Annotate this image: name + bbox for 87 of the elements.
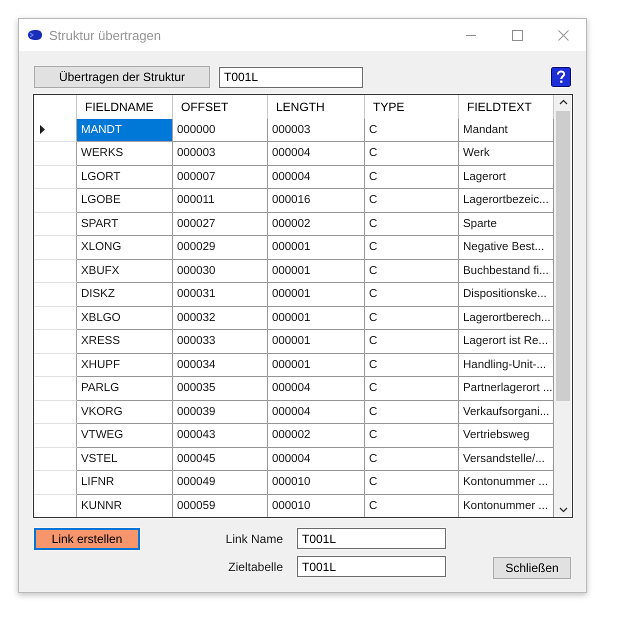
table-cell: C bbox=[365, 212, 459, 236]
table-cell: 000030 bbox=[173, 260, 268, 283]
table-cell: C bbox=[365, 306, 459, 330]
table-cell: 000010 bbox=[268, 494, 365, 517]
transfer-structure-button[interactable]: Übertragen der Struktur bbox=[34, 66, 210, 88]
table-cell: LGORT bbox=[77, 166, 173, 189]
scroll-down-icon[interactable] bbox=[558, 507, 568, 513]
table-cell: KUNNR bbox=[77, 494, 173, 517]
target-table-field[interactable]: T001L bbox=[297, 556, 446, 577]
table-cell: 000027 bbox=[173, 212, 268, 236]
table-cell: C bbox=[365, 283, 459, 306]
table-cell: C bbox=[365, 260, 459, 283]
table-cell: C bbox=[365, 448, 459, 471]
table-cell: 000002 bbox=[268, 424, 365, 448]
table-cell: 000001 bbox=[268, 330, 365, 354]
table-cell: 000010 bbox=[268, 471, 365, 494]
table-cell: 000001 bbox=[268, 306, 365, 330]
table-cell: VKORG bbox=[77, 400, 173, 424]
table-cell: C bbox=[365, 354, 459, 377]
scroll-up-icon[interactable] bbox=[558, 99, 568, 105]
table-cell: 000043 bbox=[173, 424, 268, 448]
table-cell: VTWEG bbox=[77, 424, 173, 448]
table-cell: 000033 bbox=[173, 330, 268, 354]
table-cell: 000001 bbox=[268, 260, 365, 283]
create-link-button[interactable]: Link erstellen bbox=[34, 528, 140, 550]
table-cell: 000049 bbox=[173, 471, 268, 494]
table-cell: XLONG bbox=[77, 236, 173, 260]
app-icon bbox=[27, 29, 43, 41]
table-cell: WERKS bbox=[77, 142, 173, 166]
table-cell: 000039 bbox=[173, 400, 268, 424]
table-cell: C bbox=[365, 400, 459, 424]
table-cell: 000004 bbox=[268, 448, 365, 471]
table-cell: PARLG bbox=[77, 377, 173, 400]
table-cell: 000029 bbox=[173, 236, 268, 260]
table-cell: 000001 bbox=[268, 354, 365, 377]
row-header[interactable] bbox=[34, 118, 77, 142]
table-cell: 000004 bbox=[268, 142, 365, 166]
table-cell: C bbox=[365, 118, 459, 142]
help-icon[interactable] bbox=[551, 67, 571, 87]
table-cell: 000035 bbox=[173, 377, 268, 400]
table-cell: 000000 bbox=[173, 118, 268, 142]
table-cell: 000059 bbox=[173, 494, 268, 517]
table-cell: C bbox=[365, 166, 459, 189]
table-cell: 000031 bbox=[173, 283, 268, 306]
table-cell: XRESS bbox=[77, 330, 173, 354]
table-cell: SPART bbox=[77, 212, 173, 236]
table-cell: MANDT bbox=[77, 118, 173, 142]
table-cell: LIFNR bbox=[77, 471, 173, 494]
table-cell: C bbox=[365, 494, 459, 517]
table-cell: C bbox=[365, 424, 459, 448]
table-cell: C bbox=[365, 330, 459, 354]
table-cell: 000004 bbox=[268, 400, 365, 424]
minimize-icon bbox=[466, 34, 476, 36]
close-dialog-button[interactable]: Schließen bbox=[493, 557, 571, 579]
scrollbar[interactable] bbox=[554, 95, 572, 517]
table-cell: 000004 bbox=[268, 377, 365, 400]
table-cell: LGOBE bbox=[77, 189, 173, 212]
table-cell: 000032 bbox=[173, 306, 268, 330]
table-cell: DISKZ bbox=[77, 283, 173, 306]
table-cell: XBUFX bbox=[77, 260, 173, 283]
scroll-thumb[interactable] bbox=[556, 111, 570, 401]
structure-field[interactable]: T001L bbox=[219, 66, 363, 88]
table-cell: 000007 bbox=[173, 166, 268, 189]
table-cell: C bbox=[365, 471, 459, 494]
table-cell: 000003 bbox=[268, 118, 365, 142]
table-cell: VSTEL bbox=[77, 448, 173, 471]
table-cell: 000001 bbox=[268, 283, 365, 306]
table-cell: 000003 bbox=[173, 142, 268, 166]
table-cell: C bbox=[365, 236, 459, 260]
table-cell: 000002 bbox=[268, 212, 365, 236]
table-cell: 000045 bbox=[173, 448, 268, 471]
close-icon bbox=[558, 30, 568, 40]
table-cell: 000004 bbox=[268, 166, 365, 189]
table-cell: XBLGO bbox=[77, 306, 173, 330]
table-cell: 000034 bbox=[173, 354, 268, 377]
table-cell: 000016 bbox=[268, 189, 365, 212]
link-name-label: Link Name bbox=[226, 532, 283, 546]
target-table-label: Zieltabelle bbox=[228, 560, 283, 574]
table-cell: C bbox=[365, 377, 459, 400]
table-cell: XHUPF bbox=[77, 354, 173, 377]
window-title: Struktur übertragen bbox=[49, 28, 162, 42]
maximize-icon bbox=[512, 30, 522, 40]
link-name-field[interactable]: T001L bbox=[297, 528, 446, 549]
table-cell: C bbox=[365, 189, 459, 212]
table-cell: C bbox=[365, 142, 459, 166]
table-cell: 000011 bbox=[173, 189, 268, 212]
table-cell: 000001 bbox=[268, 236, 365, 260]
